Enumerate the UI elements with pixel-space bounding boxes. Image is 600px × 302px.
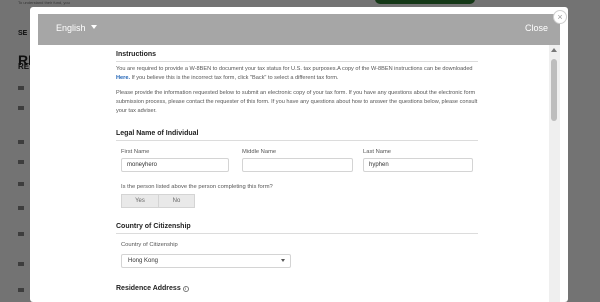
same-person-question: Is the person listed above the person co… xyxy=(121,184,273,190)
yes-button[interactable]: Yes xyxy=(121,194,159,208)
instructions-text-1a: You are required to provide a W-8BEN to … xyxy=(116,66,473,72)
modal-header: English Close xyxy=(38,14,560,45)
first-name-label: First Name xyxy=(121,149,150,155)
language-label: English xyxy=(56,23,86,33)
instructions-title: Instructions xyxy=(116,51,157,58)
residence-title: Residence Address i xyxy=(116,285,189,292)
citizenship-label: Country of Citizenship xyxy=(121,242,178,248)
instructions-download-link[interactable]: Here. xyxy=(116,75,130,81)
info-icon[interactable]: i xyxy=(182,286,189,292)
close-x-icon[interactable]: × xyxy=(553,10,567,24)
residence-title-text: Residence Address xyxy=(116,285,181,292)
instructions-paragraph-2: Please provide the information requested… xyxy=(116,90,478,114)
scroll-up-arrow-icon[interactable] xyxy=(551,48,557,52)
last-name-input[interactable]: hyphen xyxy=(363,158,473,172)
form-content: Instructions You are required to provide… xyxy=(38,45,560,302)
chevron-down-icon xyxy=(281,259,285,262)
citizenship-select[interactable]: Hong Kong xyxy=(121,254,291,268)
citizenship-value: Hong Kong xyxy=(128,258,159,264)
no-button[interactable]: No xyxy=(158,194,195,208)
section-divider xyxy=(116,233,478,234)
scrollbar-thumb[interactable] xyxy=(551,59,557,121)
caret-down-icon xyxy=(90,25,97,29)
section-divider xyxy=(116,140,478,141)
citizenship-title: Country of Citizenship xyxy=(116,223,191,230)
last-name-label: Last Name xyxy=(363,149,392,155)
legal-name-title: Legal Name of Individual xyxy=(116,130,199,137)
tax-form-modal: English Close Instructions You are requi… xyxy=(30,7,568,302)
middle-name-input[interactable] xyxy=(242,158,353,172)
middle-name-label: Middle Name xyxy=(242,149,277,155)
instructions-text-1b: If you believe this is the incorrect tax… xyxy=(130,75,339,81)
language-dropdown[interactable]: English xyxy=(56,23,97,33)
first-name-input[interactable]: moneyhero xyxy=(121,158,229,172)
close-button[interactable]: Close xyxy=(525,23,548,33)
section-divider xyxy=(116,61,478,62)
instructions-paragraph-1: You are required to provide a W-8BEN to … xyxy=(116,65,478,83)
